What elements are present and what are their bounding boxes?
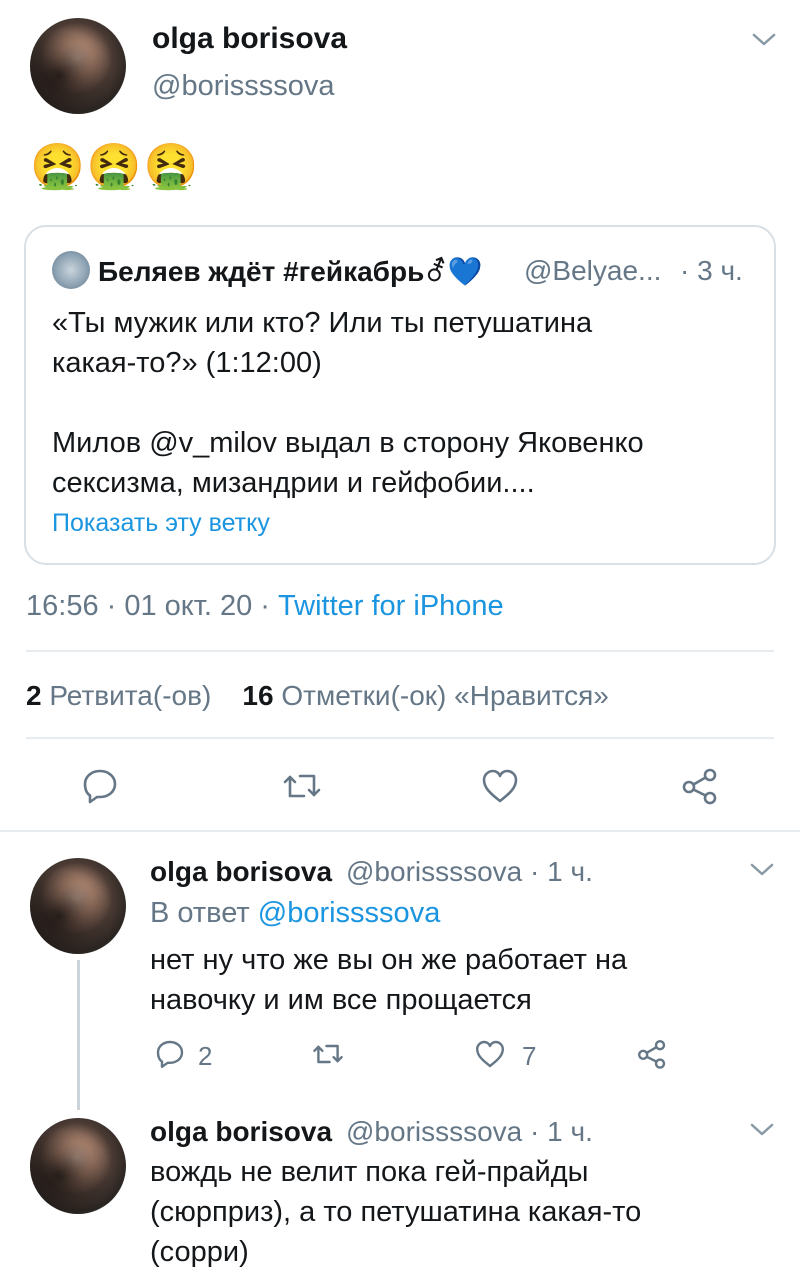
reply-author-name[interactable]: olga borisova <box>150 856 332 888</box>
source-link[interactable]: Twitter for iPhone <box>278 590 504 622</box>
reply-author-name[interactable]: olga borisova <box>150 1116 332 1148</box>
share-icon[interactable] <box>636 1038 668 1070</box>
author-avatar[interactable] <box>30 18 126 114</box>
divider <box>26 737 774 739</box>
reply-text-line: (сюрприз), а то петушатина какая-то <box>150 1196 642 1228</box>
reply-author-avatar[interactable] <box>30 858 126 954</box>
reply-author-handle[interactable]: @borissssova · 1 ч. <box>346 1116 593 1148</box>
reply-text-line: навочку и им все прощается <box>150 984 532 1016</box>
blue-heart-icon: 💙 <box>447 256 483 287</box>
retweet-icon[interactable] <box>312 1038 344 1070</box>
tweet-timestamp: 16:56 · 01 окт. 20 · Twitter for iPhone <box>26 590 504 622</box>
quoted-text-line: сексизма, мизандрии и гейфобии.... <box>52 467 535 499</box>
retweets-stat[interactable]: 2 Ретвита(-ов) <box>26 680 211 711</box>
quoted-author-avatar <box>52 251 90 289</box>
author-name[interactable]: olga borisova <box>152 22 347 56</box>
reply-author-handle[interactable]: @borissssova · 1 ч. <box>346 856 593 888</box>
like-count: 7 <box>522 1041 537 1071</box>
show-thread-link[interactable]: Показать эту ветку <box>52 509 270 538</box>
reply-count: 2 <box>198 1041 213 1071</box>
quoted-author-name: Беляев ждёт #гейкабрь⚦💙 <box>98 256 483 287</box>
reply-to-handle-link[interactable]: @borissssova <box>258 897 441 929</box>
quoted-text-line: Милов @v_milov выдал в сторону Яковенко <box>52 427 644 459</box>
quoted-timestamp: · 3 ч. <box>680 255 743 286</box>
quoted-text-line: какая-то?» (1:12:00) <box>52 347 322 379</box>
heart-icon[interactable] <box>474 1038 506 1070</box>
retweet-icon[interactable] <box>282 766 322 806</box>
reply-author-avatar[interactable] <box>30 1118 126 1214</box>
reply-to-context: В ответ @borissssova <box>150 897 441 929</box>
divider <box>0 830 800 832</box>
tweet-text: 🤮🤮🤮 <box>30 142 201 191</box>
share-icon[interactable] <box>680 766 720 806</box>
author-handle[interactable]: @borissssova <box>152 70 335 103</box>
quoted-author-handle: @Belyae... <box>524 255 662 286</box>
thread-connector <box>77 960 80 1110</box>
divider <box>26 650 774 652</box>
engagement-stats: 2 Ретвита(-ов) 16 Отметки(-ок) «Нравится… <box>26 680 609 712</box>
comment-bubble-icon[interactable] <box>80 766 120 806</box>
quoted-tweet[interactable]: Беляев ждёт #гейкабрь⚦💙 @Belyae... · 3 ч… <box>24 225 776 565</box>
comment-bubble-icon[interactable] <box>154 1038 186 1070</box>
quoted-text-line: «Ты мужик или кто? Или ты петушатина <box>52 307 593 339</box>
chevron-down-icon[interactable] <box>748 1120 776 1140</box>
likes-stat[interactable]: 16 Отметки(-ок) «Нравится» <box>242 680 608 711</box>
reply-text-line: вождь не велит пока гей-прайды <box>150 1156 589 1188</box>
reply-text-line: нет ну что же вы он же работает на <box>150 944 628 976</box>
chevron-down-icon[interactable] <box>748 860 776 880</box>
heart-icon[interactable] <box>480 766 520 806</box>
chevron-down-icon[interactable] <box>750 30 778 50</box>
reply-text-line: (сорри) <box>150 1236 249 1268</box>
